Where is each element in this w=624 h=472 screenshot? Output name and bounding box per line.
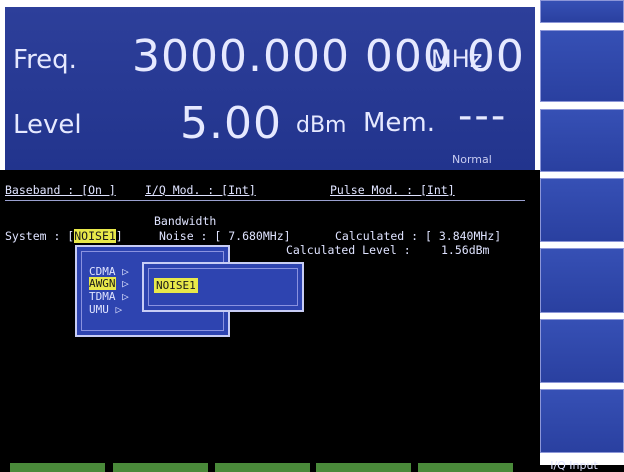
submenu-arrow-icon: ▷ bbox=[115, 303, 123, 316]
mem-label: Mem. bbox=[363, 108, 436, 138]
softkey-2[interactable] bbox=[540, 109, 624, 172]
divider bbox=[5, 200, 525, 201]
bottom-tab-iq-input[interactable]: I/Q Input bbox=[528, 459, 620, 472]
freq-label: Freq. bbox=[13, 45, 77, 75]
status-indicator: Normal bbox=[452, 153, 492, 166]
main-readout-panel: Freq. 3000.000 000 00 MHz Level 5.00 dBm… bbox=[5, 7, 535, 170]
bottom-tab-1[interactable] bbox=[10, 463, 105, 472]
awgn-submenu: NOISE1 bbox=[142, 262, 304, 312]
level-unit: dBm bbox=[296, 113, 347, 138]
menu-item-awgn[interactable]: AWGN ▷ bbox=[89, 277, 129, 290]
bottom-tab-4[interactable] bbox=[316, 463, 411, 472]
noise-bandwidth[interactable]: Noise : [ 7.680MHz] bbox=[159, 229, 291, 243]
bottom-tab-5[interactable] bbox=[418, 463, 513, 472]
menu-item-umu[interactable]: UMU ▷ bbox=[89, 303, 122, 316]
softkey-6[interactable] bbox=[540, 389, 624, 453]
softkey-3[interactable] bbox=[540, 178, 624, 242]
bandwidth-label: Bandwidth bbox=[154, 214, 217, 228]
system-value-field[interactable]: NOISE1 bbox=[74, 229, 116, 243]
submenu-arrow-icon: ▷ bbox=[122, 277, 129, 290]
bottom-tab-3[interactable] bbox=[215, 463, 310, 472]
pulse-mod-status[interactable]: Pulse Mod. : [Int] bbox=[330, 183, 455, 197]
level-label: Level bbox=[13, 110, 82, 140]
softkey-0[interactable] bbox=[540, 0, 624, 23]
softkey-1[interactable] bbox=[540, 30, 624, 102]
signal-generator-screen: Freq. 3000.000 000 00 MHz Level 5.00 dBm… bbox=[0, 0, 624, 472]
bottom-tab-2[interactable] bbox=[113, 463, 208, 472]
iq-mod-status[interactable]: I/Q Mod. : [Int] bbox=[145, 183, 256, 197]
calculated-level-label: Calculated Level : bbox=[286, 243, 411, 257]
freq-unit: MHz bbox=[431, 45, 483, 73]
softkey-4[interactable] bbox=[540, 248, 624, 313]
mem-value[interactable]: --- bbox=[458, 93, 507, 139]
calculated-bandwidth: Calculated : [ 3.840MHz] bbox=[335, 229, 502, 243]
softkey-5[interactable] bbox=[540, 319, 624, 383]
submenu-item-noise1[interactable]: NOISE1 bbox=[154, 278, 198, 293]
level-value[interactable]: 5.00 bbox=[180, 98, 282, 149]
calculated-level-value: 1.56dBm bbox=[441, 243, 490, 257]
system-label: System : [NOISE1] bbox=[5, 229, 123, 243]
baseband-status[interactable]: Baseband : [On ] bbox=[5, 183, 116, 197]
menu-item-tdma[interactable]: TDMA ▷ bbox=[89, 290, 129, 303]
submenu-arrow-icon: ▷ bbox=[122, 290, 129, 303]
